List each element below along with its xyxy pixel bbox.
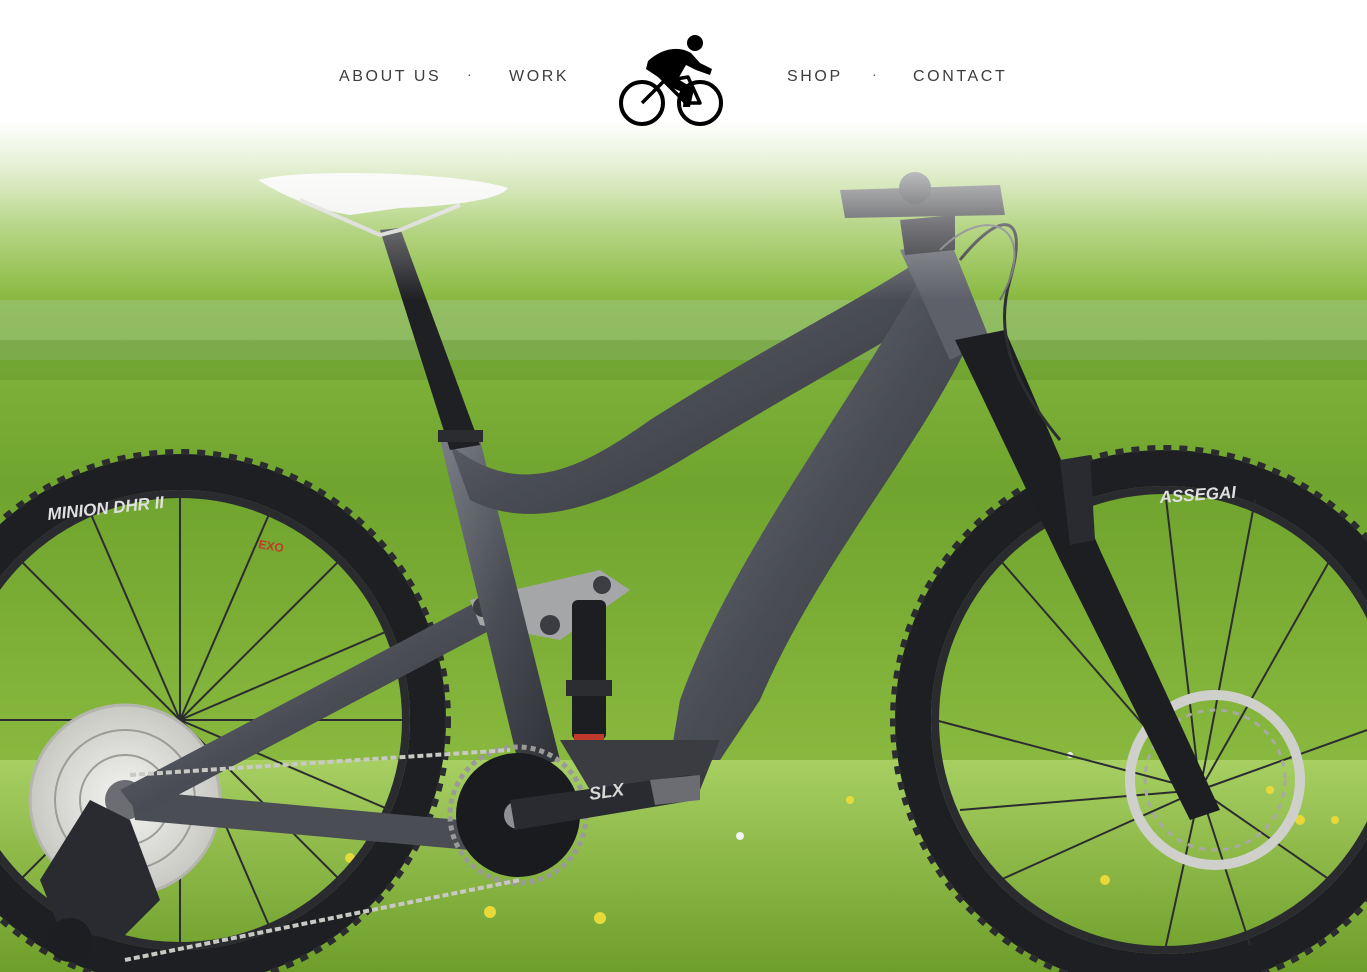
cyclist-icon	[619, 35, 723, 126]
page: MINION DHR II EXO ASSEGAI SLX ABOUT US ·…	[0, 0, 1367, 972]
nav-work[interactable]: WORK	[509, 68, 569, 86]
nav-separator: ·	[467, 66, 472, 82]
cyclist-logo[interactable]	[616, 33, 726, 128]
nav-contact[interactable]: CONTACT	[913, 68, 1007, 86]
nav-shop[interactable]: SHOP	[787, 68, 843, 86]
main-navigation: ABOUT US · WORK SHOP · CONTACT	[0, 0, 1367, 140]
nav-about-us[interactable]: ABOUT US	[339, 68, 441, 86]
nav-separator: ·	[872, 66, 877, 82]
